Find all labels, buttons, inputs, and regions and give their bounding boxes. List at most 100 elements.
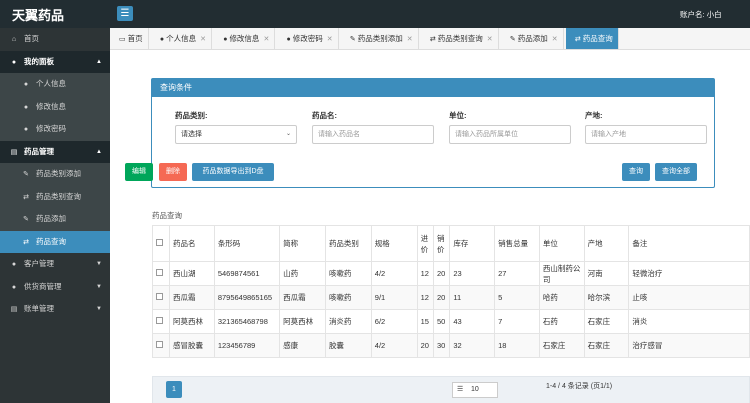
table-header-row: 药品名 条形码 简称 药品类别 规格 进价 销价 库存 销售总量 单位 产地 备… — [151, 225, 750, 262]
row-checkbox[interactable] — [151, 285, 171, 310]
close-icon[interactable]: ✕ — [327, 36, 333, 43]
table-cell: 阿莫西林 — [279, 309, 326, 334]
unit-input[interactable]: 请输入药品所属单位 — [449, 125, 571, 144]
edit-icon: ✎ — [509, 36, 516, 43]
column-header[interactable]: 库存 — [449, 225, 496, 262]
sidebar-item-drug-management[interactable]: ▤ 药品管理 ▲ — [0, 140, 110, 163]
user-icon: ● — [159, 36, 165, 43]
page-button-current[interactable]: 1 — [166, 381, 182, 398]
table-row[interactable]: 阿莫西林 321365468798 阿莫西林 消炎药 6/2 15 50 43 … — [151, 309, 750, 334]
table-cell: 27 — [494, 261, 540, 286]
close-icon[interactable]: ✕ — [263, 36, 269, 43]
close-icon[interactable]: ✕ — [487, 36, 493, 43]
app-window: 天翼药品 ☰ 账户名: 小白 ⌂ 首页 ● 我的面板 ▲ ● 个人信息 ● 修改信息 ● 修… — [0, 0, 750, 403]
unit-label: 单位: — [449, 111, 467, 120]
tab-home[interactable]: ▭ 首页 — [110, 28, 149, 49]
edit-button[interactable]: 编辑 — [125, 163, 153, 181]
column-header[interactable]: 药品类别 — [324, 225, 372, 262]
column-header[interactable]: 销价 — [432, 225, 451, 262]
select-all-checkbox[interactable] — [151, 225, 171, 262]
sidebar-item-supplier-management[interactable]: ● 供货商管理 ▼ — [0, 275, 110, 298]
table-row[interactable]: 西瓜霜 8795649865165 西瓜霜 咳嗽药 9/1 12 20 11 5… — [151, 285, 750, 310]
origin-field: 产地: 请输入产地 — [585, 110, 707, 144]
table-cell: 12 — [416, 261, 434, 286]
chevron-up-icon: ▲ — [96, 148, 102, 155]
close-icon[interactable]: ✕ — [407, 36, 413, 43]
drug-table: 药品名 条形码 简称 药品类别 规格 进价 销价 库存 销售总量 单位 产地 备… — [151, 225, 750, 358]
close-icon[interactable]: ✕ — [200, 36, 206, 43]
chevron-down-icon: ▼ — [96, 261, 102, 267]
user-icon: ● — [223, 36, 228, 43]
column-header[interactable]: 进价 — [416, 225, 434, 262]
sidebar-item-drug-add[interactable]: ✎ 药品添加 — [0, 208, 110, 231]
table-cell: 咳嗽药 — [324, 261, 372, 286]
table-row[interactable]: 感冒胶囊 123456789 感康 胶囊 4/2 20 30 32 18 石家庄… — [151, 333, 750, 358]
sidebar-item-my-panel[interactable]: ● 我的面板 ▲ — [0, 50, 110, 73]
menu-toggle-icon[interactable]: ☰ — [117, 6, 133, 21]
sidebar-item-customer-management[interactable]: ● 客户管理 ▼ — [0, 253, 110, 276]
table-cell: 石家庄 — [583, 333, 630, 358]
name-input[interactable]: 请输入药品名 — [312, 125, 434, 144]
query-all-button[interactable]: 查询全部 — [655, 163, 697, 181]
table-cell: 5469874561 — [213, 261, 281, 286]
table-cell: 6/2 — [370, 309, 418, 334]
edit-icon: ✎ — [23, 171, 29, 178]
column-header[interactable]: 单位 — [538, 225, 585, 262]
origin-label: 产地: — [585, 111, 603, 120]
user-account-label[interactable]: 账户名: 小白 — [680, 9, 722, 20]
table-cell: 石家庄 — [583, 309, 630, 334]
column-header[interactable]: 规格 — [370, 225, 418, 262]
table-cell: 123456789 — [213, 333, 281, 358]
close-icon[interactable]: ✕ — [552, 36, 558, 43]
book-icon: ▤ — [10, 148, 18, 156]
tab-drug-query[interactable]: ⇄ 药品查询 — [565, 28, 619, 49]
query-button[interactable]: 查询 — [622, 163, 650, 181]
table-title: 药品查询 — [152, 211, 182, 220]
table-cell: 感冒胶囊 — [169, 333, 215, 358]
table-cell: 西瓜霜 — [169, 285, 215, 310]
table-row[interactable]: 西山湖 5469874561 山药 咳嗽药 4/2 12 20 23 27 西山… — [151, 261, 750, 286]
table-cell: 胶囊 — [324, 333, 372, 358]
user-icon: ● — [11, 58, 17, 66]
name-label: 药品名: — [312, 111, 337, 120]
table-cell: 18 — [494, 333, 540, 358]
exchange-icon: ⇄ — [574, 36, 581, 43]
table-cell: 30 — [432, 333, 451, 358]
column-header[interactable]: 条形码 — [213, 225, 281, 262]
tab-drug-add[interactable]: ✎ 药品添加 ✕ — [501, 28, 564, 49]
row-checkbox[interactable] — [151, 309, 171, 334]
sidebar-item-home[interactable]: ⌂ 首页 — [0, 28, 110, 51]
sidebar-item-edit-info[interactable]: ● 修改信息 — [0, 95, 110, 118]
column-header[interactable]: 产地 — [583, 225, 630, 262]
column-header[interactable]: 简称 — [279, 225, 326, 262]
origin-input[interactable]: 请输入产地 — [585, 125, 707, 144]
tab-edit-info[interactable]: ● 修改信息 ✕ — [214, 28, 276, 49]
sidebar-item-bill-management[interactable]: ▤ 账单管理 ▼ — [0, 298, 110, 321]
column-header[interactable]: 销售总量 — [494, 225, 540, 262]
row-checkbox[interactable] — [151, 261, 171, 286]
sidebar-item-drug-category-add[interactable]: ✎ 药品类别添加 — [0, 163, 110, 186]
sidebar-item-drug-category-query[interactable]: ⇄ 药品类别查询 — [0, 185, 110, 208]
tab-personal-info[interactable]: ● 个人信息 ✕ — [151, 28, 212, 49]
table-cell: 20 — [432, 285, 451, 310]
table-cell: 消炎药 — [324, 309, 372, 334]
column-header[interactable]: 药品名 — [169, 225, 215, 262]
table-cell: 消炎 — [628, 309, 750, 334]
exchange-icon: ⇄ — [23, 193, 29, 201]
delete-button[interactable]: 删除 — [159, 163, 187, 181]
tab-drug-category-query[interactable]: ⇄ 药品类别查询 ✕ — [421, 28, 499, 49]
sidebar-item-drug-query[interactable]: ⇄ 药品查询 — [0, 230, 110, 253]
tab-drug-category-add[interactable]: ✎ 药品类别添加 ✕ — [341, 28, 419, 49]
sidebar-item-change-password[interactable]: ● 修改密码 — [0, 118, 110, 141]
row-checkbox[interactable] — [151, 333, 171, 358]
category-select[interactable]: 请选择 ⌄ — [175, 125, 297, 144]
column-header[interactable]: 备注 — [628, 225, 750, 262]
page-size-select[interactable]: ☰ 10 — [452, 382, 498, 398]
sidebar-item-personal-info[interactable]: ● 个人信息 — [0, 73, 110, 96]
table-cell: 石药 — [538, 309, 585, 334]
table-cell: 15 — [416, 309, 434, 334]
export-button[interactable]: 药品数据导出到D盘 — [192, 163, 274, 181]
table-cell: 西瓜霜 — [279, 285, 326, 310]
tab-change-password[interactable]: ● 修改密码 ✕ — [278, 28, 339, 49]
table-cell: 20 — [432, 261, 451, 286]
